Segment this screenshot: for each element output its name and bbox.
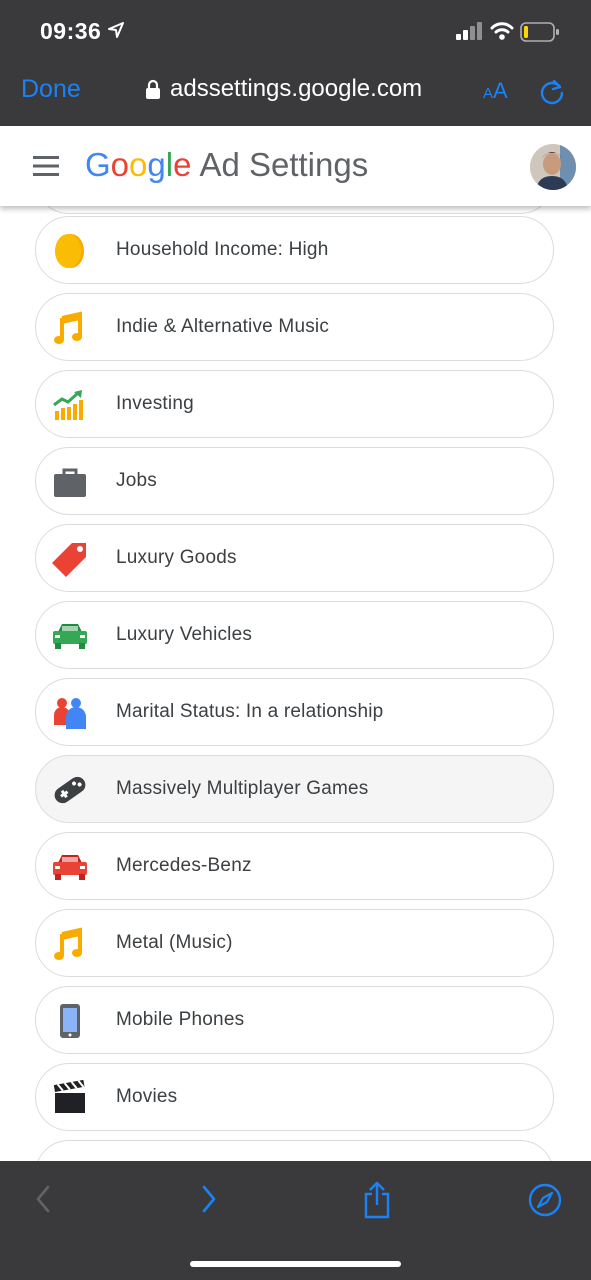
logo-letter: e [173, 146, 192, 183]
wifi-icon [490, 22, 514, 40]
list-item-label: Jobs [116, 470, 157, 491]
aa-large-label: A [493, 78, 508, 103]
list-item-label: Metal (Music) [116, 932, 233, 953]
list-item[interactable]: Movies [35, 1063, 554, 1131]
list-item-label: Mercedes-Benz [116, 855, 252, 876]
list-item[interactable]: Luxury Vehicles [35, 601, 554, 669]
car-icon [50, 616, 90, 656]
share-icon[interactable] [362, 1181, 392, 1219]
list-item-label: Marital Status: In a relationship [116, 701, 384, 722]
compass-icon[interactable] [528, 1183, 562, 1217]
battery-icon [520, 22, 559, 42]
logo-letter: G [85, 146, 111, 183]
list-item[interactable]: Metal (Music) [35, 909, 554, 977]
home-indicator[interactable] [190, 1261, 401, 1267]
list-item-label: Movies [116, 1086, 178, 1107]
list-item[interactable]: Household Income: High [35, 216, 554, 284]
page-title: Ad Settings [199, 146, 369, 183]
logo-letter: o [129, 146, 148, 183]
reader-text-size-button[interactable]: AA [483, 78, 508, 104]
status-bar: 09:36 [0, 0, 591, 64]
avatar[interactable] [530, 144, 576, 190]
lock-icon [146, 79, 160, 99]
logo-letter: l [165, 146, 174, 183]
list-item-selected[interactable]: Massively Multiplayer Games [35, 755, 554, 823]
list-item[interactable]: Marital Status: In a relationship [35, 678, 554, 746]
list-item-label: Luxury Vehicles [116, 624, 253, 645]
list-item-label: Household Income: High [116, 239, 329, 260]
back-icon[interactable] [32, 1181, 54, 1217]
logo-letter: o [110, 146, 130, 183]
list-item-label: Massively Multiplayer Games [116, 778, 369, 799]
clapperboard-icon [50, 1078, 90, 1118]
google-ad-settings-logo[interactable]: Google Ad Settings [85, 146, 368, 184]
gamepad-icon [50, 770, 90, 810]
list-item-label: Indie & Alternative Music [116, 316, 330, 337]
done-button[interactable]: Done [21, 75, 81, 104]
location-arrow-icon [108, 22, 124, 38]
list-item[interactable]: Jobs [35, 447, 554, 515]
status-time: 09:36 [40, 18, 102, 44]
reload-icon[interactable] [538, 78, 566, 106]
coin-icon [50, 231, 90, 271]
list-item-partial[interactable] [35, 1140, 554, 1161]
hamburger-menu-icon[interactable] [33, 156, 59, 176]
list-item-label: Investing [116, 393, 194, 414]
list-item[interactable]: Indie & Alternative Music [35, 293, 554, 361]
list-item[interactable]: Investing [35, 370, 554, 438]
aa-small-label: A [483, 85, 494, 102]
list-item[interactable]: Luxury Goods [35, 524, 554, 592]
investing-chart-icon [50, 385, 90, 425]
car-icon [50, 847, 90, 887]
price-tag-icon [50, 539, 90, 579]
page-header: Google Ad Settings [0, 126, 591, 206]
url-text: adssettings.google.com [170, 75, 423, 102]
browser-bar: Done adssettings.google.com AA [0, 64, 591, 126]
logo-letter: g [147, 146, 166, 183]
music-note-icon [50, 924, 90, 964]
avatar-image [530, 144, 576, 190]
list-item-label: Luxury Goods [116, 547, 237, 568]
address-bar[interactable]: adssettings.google.com [146, 75, 422, 103]
interest-list: Household Income: High Indie & Alternati… [0, 206, 591, 1161]
cellular-signal-icon [456, 22, 482, 40]
list-item-partial[interactable] [35, 206, 554, 214]
list-item[interactable]: Mercedes-Benz [35, 832, 554, 900]
couple-icon [50, 693, 90, 733]
music-note-icon [50, 308, 90, 348]
briefcase-icon [50, 462, 90, 502]
forward-icon[interactable] [198, 1181, 220, 1217]
mobile-phone-icon [50, 1001, 90, 1041]
list-item-label: Mobile Phones [116, 1009, 245, 1030]
list-item[interactable]: Mobile Phones [35, 986, 554, 1054]
